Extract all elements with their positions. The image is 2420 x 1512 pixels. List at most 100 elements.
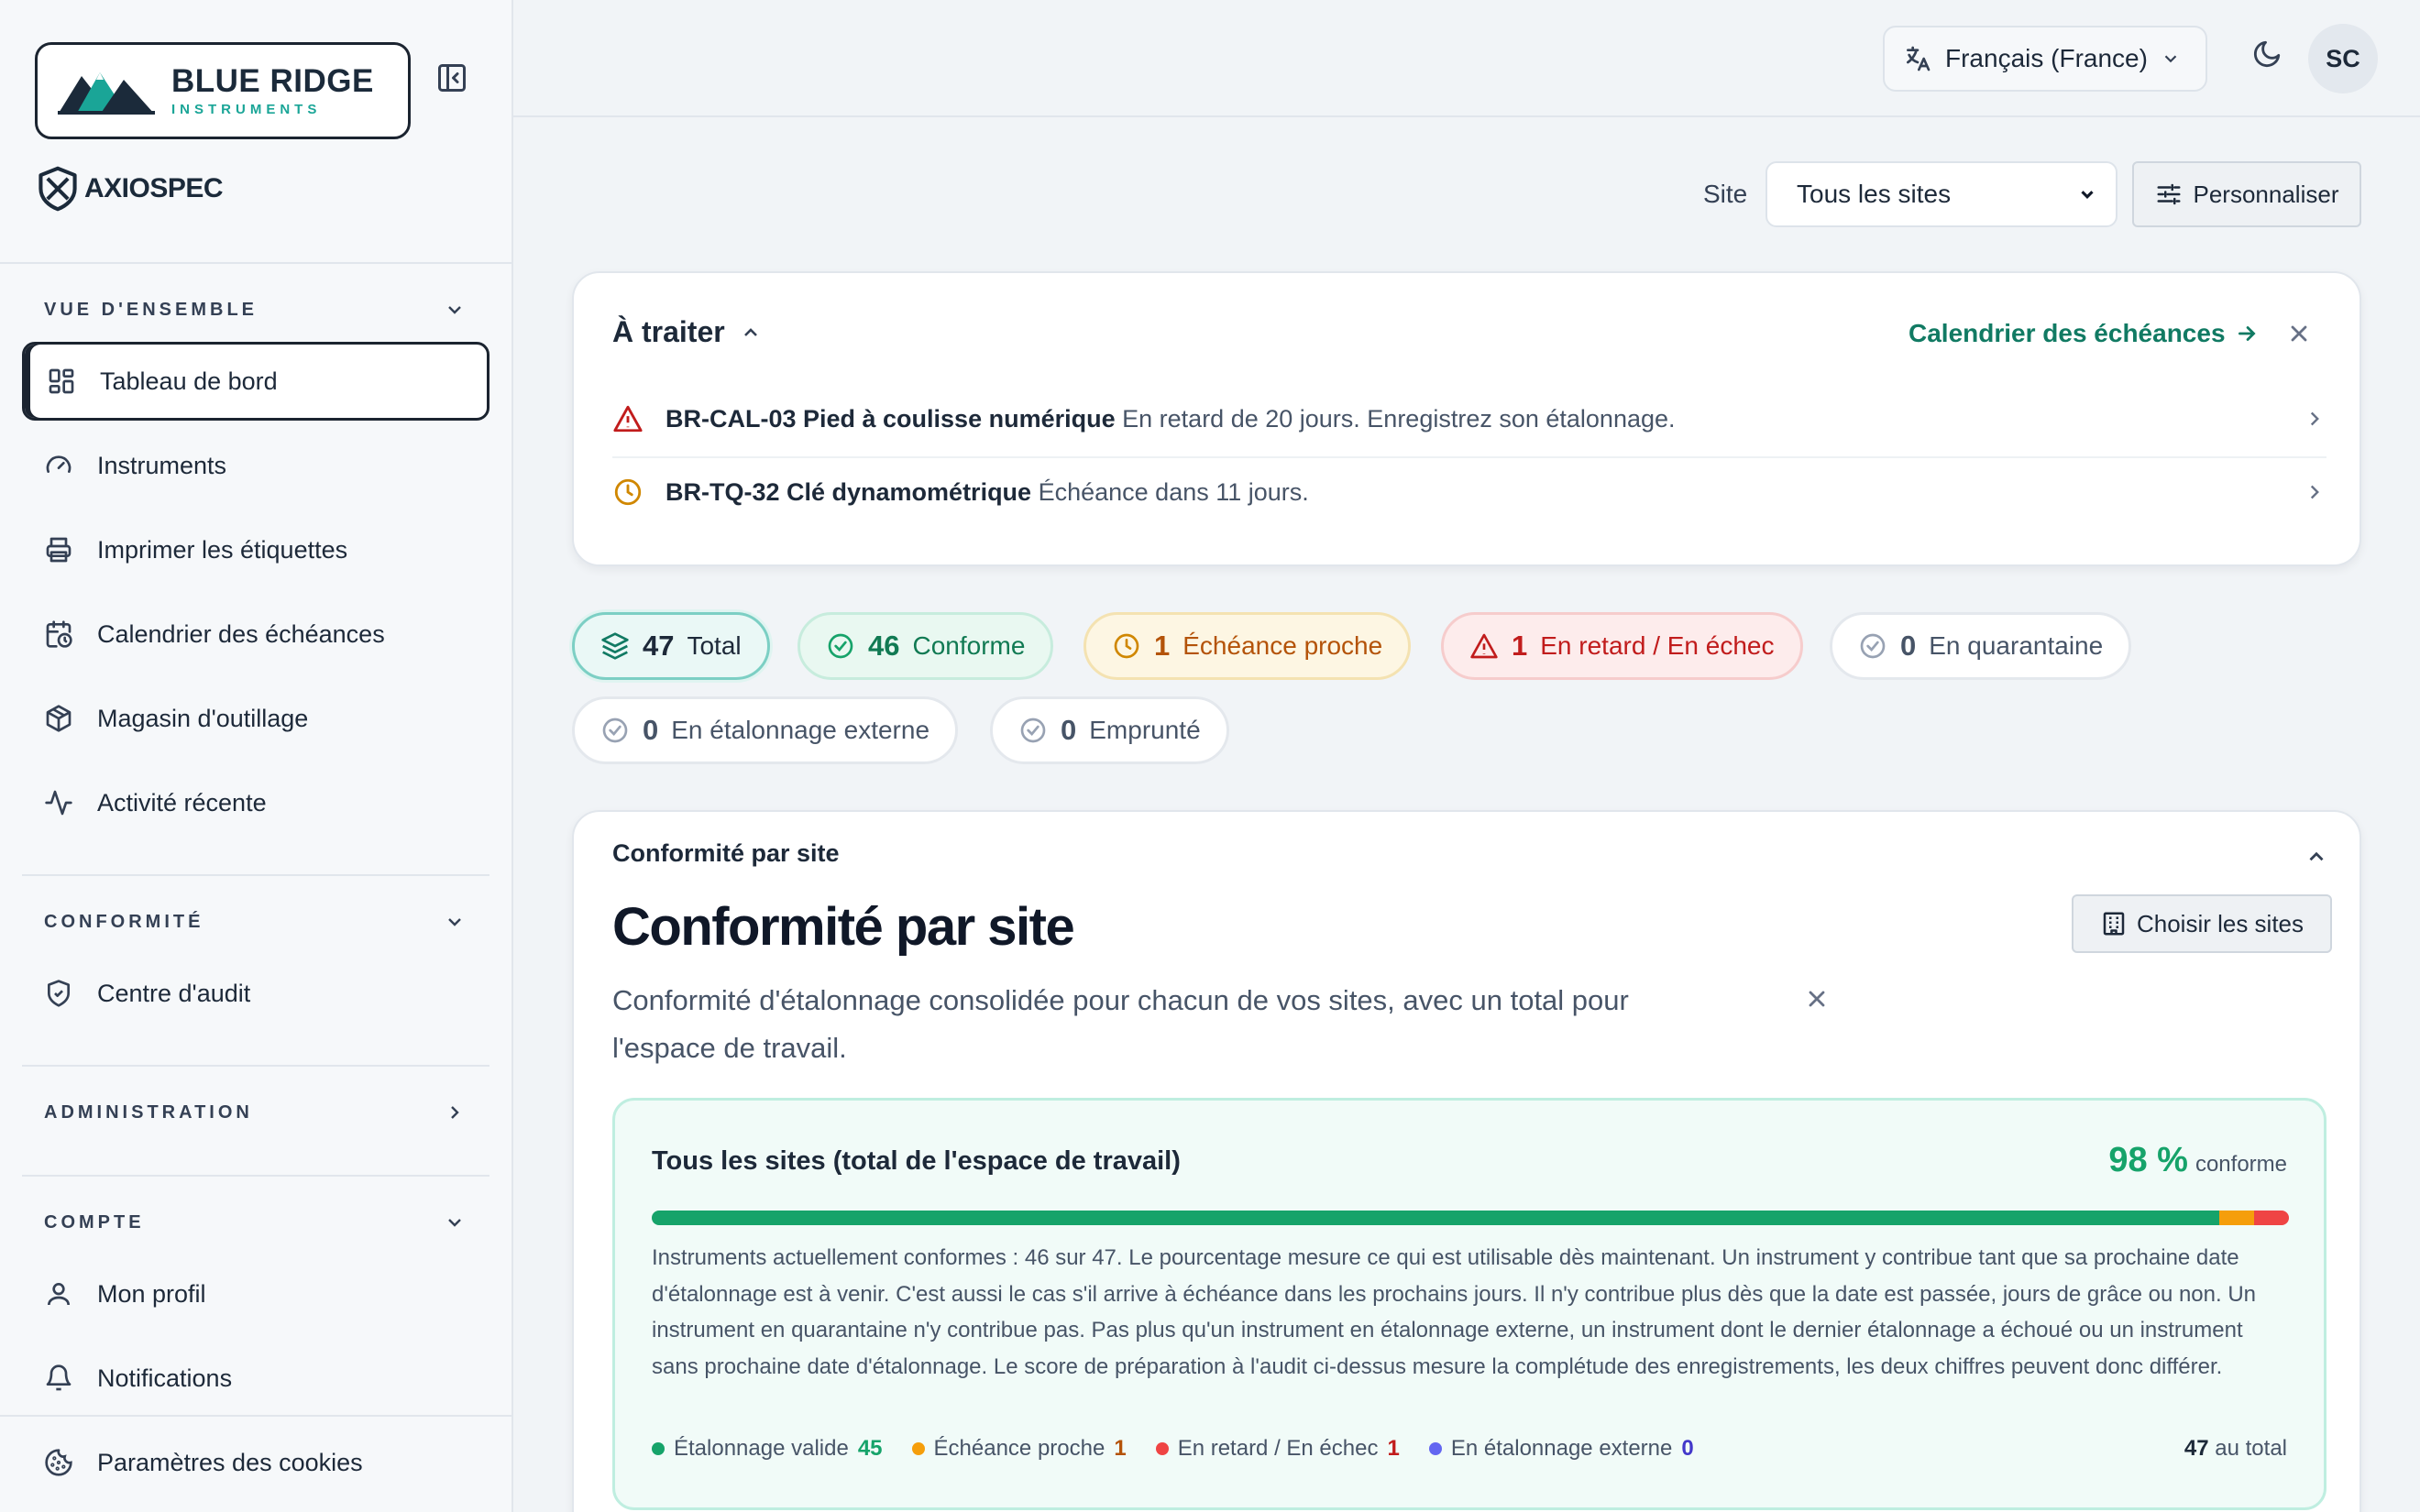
chevron-right-icon: [451, 1106, 459, 1119]
legend-label: Échéance proche: [933, 1436, 1106, 1461]
todo-item-code: BR-TQ-32 Clé dynamométrique: [666, 477, 1032, 506]
sidebar-item-label: Magasin d'outillage: [97, 704, 309, 732]
compliance-progress-bar: [652, 1211, 2289, 1225]
legend-item-external: En étalonnage externe 0: [1428, 1436, 1694, 1462]
collapse-sidebar-button[interactable]: [431, 57, 473, 99]
todo-header[interactable]: À traiter: [612, 315, 762, 349]
sidebar-item-label: Notifications: [97, 1364, 233, 1392]
building-icon: [2103, 912, 2125, 936]
chevron-up-icon: [2309, 851, 2324, 861]
dismiss-description-button[interactable]: [1804, 986, 1830, 1012]
compliance-explanation: Instruments actuellement conformes : 46 …: [652, 1245, 2257, 1379]
sidebar-item-cookie-settings[interactable]: Paramètres des cookies: [22, 1423, 490, 1502]
sidebar-item-dashboard[interactable]: Tableau de bord: [22, 342, 490, 421]
sliders-icon: [2157, 183, 2180, 205]
total-count: 47 au total: [2184, 1436, 2287, 1462]
group-header-admin[interactable]: ADMINISTRATION: [44, 1101, 466, 1123]
sidebar-item-label: Tableau de bord: [100, 367, 278, 395]
group-header-overview[interactable]: VUE D'ENSEMBLE: [44, 299, 466, 321]
divider: [0, 262, 512, 264]
group-label: VUE D'ENSEMBLE: [44, 299, 258, 320]
chevron-up-icon: [743, 327, 757, 336]
chevron-right-icon: [2310, 411, 2319, 426]
sidebar-item-profile[interactable]: Mon profil: [22, 1255, 490, 1333]
shield-logo-icon: [38, 166, 77, 212]
todo-card: À traiter Calendrier des échéances BR-CA…: [572, 271, 2361, 566]
divider: [0, 1415, 512, 1417]
chip-label: Échéance proche: [1182, 631, 1383, 660]
status-chip-overdue[interactable]: 1 En retard / En échec: [1441, 612, 1803, 680]
status-chip-quarantine[interactable]: 0 En quarantaine: [1830, 612, 2132, 680]
clock-icon: [614, 478, 642, 506]
bar-segment-due: [2218, 1211, 2254, 1225]
chip-label: En quarantaine: [1929, 631, 2104, 660]
collapse-compliance-button[interactable]: [2304, 845, 2328, 869]
compliance-description: Conformité d'étalonnage consolidée pour …: [612, 984, 1629, 1064]
workspace-total-title: Tous les sites (total de l'espace de tra…: [652, 1146, 1181, 1176]
sidebar-item-notifications[interactable]: Notifications: [22, 1339, 490, 1418]
todo-item-overdue[interactable]: BR-CAL-03 Pied à coulisse numérique En r…: [612, 383, 2326, 455]
sidebar-item-audit-center[interactable]: Centre d'audit: [22, 954, 490, 1033]
legend-item-late: En retard / En échec 1: [1155, 1436, 1400, 1462]
chevron-down-icon: [448, 1219, 461, 1227]
legend-value: 45: [857, 1436, 883, 1461]
calendar-link[interactable]: Calendrier des échéances: [1908, 319, 2259, 348]
language-select[interactable]: Français (France): [1883, 26, 2207, 92]
brand-logo[interactable]: BLUE RIDGE INSTRUMENTS: [35, 42, 411, 139]
divider: [22, 1065, 490, 1067]
sidebar-item-calendar[interactable]: Calendrier des échéances: [22, 595, 490, 674]
status-chip-compliant[interactable]: 46 Conforme: [798, 612, 1054, 680]
close-todo-button[interactable]: [2286, 321, 2312, 346]
workspace-total-panel: Tous les sites (total de l'espace de tra…: [612, 1098, 2326, 1510]
user-icon: [42, 1277, 75, 1310]
sidebar-item-print-labels[interactable]: Imprimer les étiquettes: [22, 510, 490, 589]
todo-item-desc: En retard de 20 jours. Enregistrez son é…: [1122, 404, 1676, 433]
status-chip-total[interactable]: 47 Total: [572, 612, 770, 680]
sidebar-item-instruments[interactable]: Instruments: [22, 426, 490, 505]
group-label: ADMINISTRATION: [44, 1101, 253, 1123]
todo-item-due[interactable]: BR-TQ-32 Clé dynamométrique Échéance dan…: [612, 456, 2326, 528]
clock-icon: [1114, 633, 1139, 659]
avatar[interactable]: SC: [2308, 24, 2378, 93]
check-circle-icon: [602, 718, 628, 743]
chip-count: 47: [643, 630, 675, 662]
sidebar-item-label: Activité récente: [97, 788, 267, 816]
chevron-down-icon: [448, 918, 461, 926]
group-header-account[interactable]: COMPTE: [44, 1211, 466, 1233]
check-circle-icon: [828, 633, 853, 659]
status-chip-due-soon[interactable]: 1 Échéance proche: [1084, 612, 1412, 680]
todo-item-text: BR-CAL-03 Pied à coulisse numérique En r…: [666, 405, 1676, 433]
sidebar-item-activity[interactable]: Activité récente: [22, 763, 490, 842]
legend-dot: [1155, 1442, 1169, 1455]
customize-label: Personnaliser: [2193, 180, 2339, 208]
alert-triangle-icon: [613, 405, 643, 433]
dashboard-icon: [45, 365, 78, 398]
group-label: CONFORMITÉ: [44, 911, 204, 932]
site-select[interactable]: Tous les sites: [1766, 161, 2118, 227]
status-chip-external[interactable]: 0 En étalonnage externe: [572, 696, 959, 764]
check-circle-icon: [1860, 633, 1886, 659]
total-count-value: 47: [2184, 1436, 2209, 1461]
chip-count: 1: [1154, 630, 1171, 662]
sidebar-item-label: Mon profil: [97, 1279, 206, 1308]
legend-dot: [652, 1442, 665, 1455]
choose-sites-label: Choisir les sites: [2136, 909, 2304, 937]
legend-label: Étalonnage valide: [674, 1436, 849, 1461]
legend-label: En retard / En échec: [1177, 1436, 1379, 1461]
legend-value: 1: [1387, 1436, 1400, 1461]
sidebar-item-label: Imprimer les étiquettes: [97, 535, 348, 564]
calendar-clock-icon: [42, 618, 75, 651]
theme-toggle-button[interactable]: [2251, 38, 2282, 70]
choose-sites-button[interactable]: Choisir les sites: [2072, 894, 2332, 953]
compliance-percentage-suffix: conforme: [2194, 1152, 2287, 1177]
chip-count: 0: [643, 714, 659, 746]
compliance-card-header: Conformité par site: [612, 839, 840, 867]
customize-button[interactable]: Personnaliser: [2132, 161, 2361, 227]
brand-name: BLUE RIDGE: [171, 63, 374, 99]
sidebar-item-label: Instruments: [97, 451, 227, 479]
sidebar-item-tool-store[interactable]: Magasin d'outillage: [22, 679, 490, 758]
status-chip-borrowed[interactable]: 0 Emprunté: [990, 696, 1229, 764]
sidebar-item-label: Paramètres des cookies: [97, 1448, 363, 1476]
check-circle-icon: [1020, 718, 1046, 743]
group-header-compliance[interactable]: CONFORMITÉ: [44, 911, 466, 933]
